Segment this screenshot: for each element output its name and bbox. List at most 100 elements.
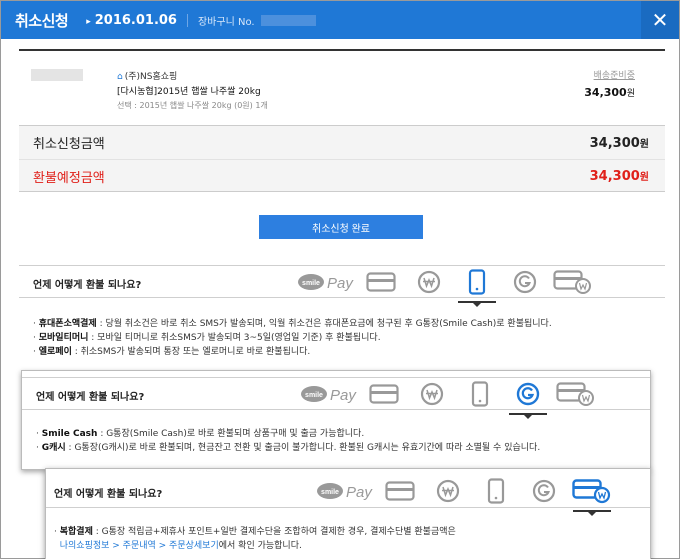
product-option: 선택 : 2015년 햅쌀 나주쌀 20kg (0원) 1개 bbox=[117, 101, 268, 110]
product-name[interactable]: [다시농협]2015년 햅쌀 나주쌀 20kg bbox=[117, 84, 261, 97]
refund-description-mobile: · 휴대폰소액결제 : 당월 취소건은 바로 취소 SMS가 발송되며, 익월 … bbox=[33, 317, 552, 359]
refund-line: 나의쇼핑정보 > 주문내역 > 주문상세보기에서 확인 가능합니다. bbox=[54, 539, 456, 553]
tab-mobile[interactable] bbox=[453, 269, 501, 307]
refund-info-panel-combined: 언제 어떻게 환불 되나요? smile Pay · 복합결제: G통장 적립… bbox=[45, 468, 651, 559]
tab-bank-transfer[interactable] bbox=[424, 479, 472, 503]
close-button[interactable]: ✕ bbox=[641, 1, 679, 39]
won-coin-icon bbox=[417, 270, 441, 294]
payment-method-tabs: smile Pay bbox=[314, 478, 616, 516]
tab-smile-pay[interactable]: smile Pay bbox=[314, 479, 376, 503]
tab-mobile[interactable] bbox=[472, 478, 520, 504]
refund-amount-row: 환불예정금액 34,300원 bbox=[19, 159, 665, 192]
g-coin-icon bbox=[516, 382, 540, 406]
cart-number-redacted bbox=[260, 14, 316, 26]
header-divider bbox=[186, 13, 188, 27]
product-thumbnail-redacted bbox=[31, 69, 83, 81]
refund-amount-label: 환불예정금액 bbox=[33, 170, 105, 186]
refund-line-text: : 당월 취소건은 바로 취소 SMS가 발송되며, 익월 취소건은 휴대폰요금… bbox=[96, 319, 552, 329]
tab-combined-payment[interactable] bbox=[549, 270, 597, 294]
payment-method-tabs: smile Pay bbox=[295, 269, 597, 307]
credit-card-icon bbox=[366, 272, 396, 292]
refund-info-panel-mobile: 언제 어떻게 환불 되나요? smile Pay · 휴대폰소액결제: 당월 … bbox=[19, 265, 665, 365]
product-price-value: 34,300 bbox=[584, 86, 627, 99]
refund-line-term: 엘로페이 bbox=[38, 347, 72, 357]
mobile-phone-icon bbox=[468, 269, 486, 295]
close-icon: ✕ bbox=[651, 8, 669, 32]
refund-line-text: : 취소SMS가 발송되며 통장 또는 엘로머니로 바로 환불됩니다. bbox=[71, 347, 311, 357]
refund-line-text: : G통장(G캐시)로 바로 환불되며, 현금잔고 전환 및 출금이 불가합니다… bbox=[65, 443, 541, 453]
mobile-phone-icon bbox=[471, 381, 489, 407]
cancel-amount-unit: 원 bbox=[639, 138, 649, 150]
cancel-amount-value: 34,300 bbox=[589, 135, 640, 151]
smile-pay-smile-text: smile bbox=[321, 489, 339, 496]
g-coin-icon bbox=[532, 479, 556, 503]
refund-info-panel-gcash: 언제 어떻게 환불 되나요? smile Pay · Smile Cash: … bbox=[21, 370, 651, 470]
tab-bank-transfer[interactable] bbox=[405, 270, 453, 294]
shop-name-text: (주)NS홈쇼핑 bbox=[124, 72, 178, 82]
cancel-amount-row: 취소신청금액 34,300원 bbox=[19, 126, 665, 159]
tab-g-cash[interactable] bbox=[520, 479, 568, 503]
credit-card-icon bbox=[369, 384, 399, 404]
refund-line: · 휴대폰소액결제 : 당월 취소건은 바로 취소 SMS가 발송되며, 익월 … bbox=[33, 319, 552, 329]
refund-question-bar: 언제 어떻게 환불 되나요? smile Pay bbox=[46, 475, 650, 516]
mobile-phone-icon bbox=[487, 478, 505, 504]
refund-line: · 모바일티머니 : 모바일 티머니로 취소SMS가 발송되며 3~5일(영업일… bbox=[33, 333, 381, 343]
window-title: 취소신청 bbox=[15, 11, 69, 30]
refund-question-bar: 언제 어떻게 환불 되나요? smile Pay bbox=[19, 265, 665, 307]
smile-pay-smile-text: smile bbox=[302, 280, 320, 287]
refund-line: · Smile Cash : G통장(Smile Cash)로 바로 환불되며 … bbox=[36, 429, 365, 439]
cart-number-label: 장바구니 No. bbox=[197, 16, 255, 28]
smile-pay-smile-text: smile bbox=[305, 392, 323, 399]
refund-line-term: 복합결제 bbox=[59, 527, 93, 537]
tab-g-cash[interactable] bbox=[504, 382, 552, 419]
tab-credit-card[interactable] bbox=[376, 479, 424, 503]
order-date-value: 2016.01.06 bbox=[94, 12, 177, 28]
refund-amount: 34,300원 bbox=[590, 168, 649, 184]
smile-pay-icon: smile Pay bbox=[301, 386, 357, 404]
won-coin-icon bbox=[436, 479, 460, 503]
home-icon: ⌂ bbox=[117, 72, 123, 82]
smile-pay-icon: smile Pay bbox=[317, 483, 373, 501]
tab-combined-payment[interactable] bbox=[568, 479, 616, 516]
refund-line-text: : 모바일 티머니로 취소SMS가 발송되며 3~5일(영업일 기준) 후 환불… bbox=[88, 333, 381, 343]
tab-mobile[interactable] bbox=[456, 381, 504, 407]
arrow-icon: ▸ bbox=[86, 16, 91, 27]
refund-line-term: 휴대폰소액결제 bbox=[38, 319, 97, 329]
cancel-amount: 34,300원 bbox=[590, 135, 649, 151]
refund-line-term: Smile Cash bbox=[41, 429, 98, 439]
smile-pay-icon: smile Pay bbox=[298, 274, 354, 292]
refund-amount-value: 34,300 bbox=[589, 169, 640, 184]
tab-bank-transfer[interactable] bbox=[408, 382, 456, 406]
tab-smile-pay[interactable]: smile Pay bbox=[295, 270, 357, 294]
card-won-icon bbox=[556, 382, 594, 406]
order-detail-link[interactable]: 나의쇼핑정보 > 주문내역 > 주문상세보기 bbox=[60, 541, 219, 551]
credit-card-icon bbox=[385, 481, 415, 501]
product-row: ⌂ (주)NS홈쇼핑 [다시농협]2015년 햅쌀 나주쌀 20kg 선택 : 2… bbox=[19, 49, 665, 123]
cancel-amount-label: 취소신청금액 bbox=[33, 137, 105, 152]
cancel-complete-button[interactable]: 취소신청 완료 bbox=[259, 215, 423, 239]
refund-line-term: G캐시 bbox=[41, 443, 66, 453]
tab-combined-payment[interactable] bbox=[552, 382, 600, 406]
refund-line-text: : G통장(Smile Cash)로 바로 환불되며 상품구매 및 출금 가능합… bbox=[97, 429, 365, 439]
tab-credit-card[interactable] bbox=[357, 270, 405, 294]
tab-smile-pay[interactable]: smile Pay bbox=[298, 382, 360, 406]
refund-line-text: 에서 확인 가능합니다. bbox=[218, 541, 302, 551]
smile-pay-pay-text: Pay bbox=[327, 275, 354, 292]
won-coin-icon bbox=[420, 382, 444, 406]
g-coin-icon bbox=[513, 270, 537, 294]
refund-line: · 복합결제 : G통장 적립금+제휴사 포인트+일반 결제수단을 조합하여 결… bbox=[54, 527, 456, 537]
payment-method-tabs: smile Pay bbox=[298, 381, 600, 419]
window-header: 취소신청 ▸ 2016.01.06 장바구니 No. ✕ bbox=[1, 1, 679, 39]
card-won-icon bbox=[553, 270, 591, 294]
refund-line: · 엘로페이 : 취소SMS가 발송되며 통장 또는 엘로머니로 바로 환불됩니… bbox=[33, 347, 311, 357]
refund-amount-unit: 원 bbox=[639, 172, 649, 183]
shop-name[interactable]: ⌂ (주)NS홈쇼핑 bbox=[117, 69, 177, 82]
smile-pay-pay-text: Pay bbox=[346, 484, 373, 501]
delivery-status[interactable]: 배송준비중 bbox=[594, 68, 635, 81]
tab-g-cash[interactable] bbox=[501, 270, 549, 294]
tab-credit-card[interactable] bbox=[360, 382, 408, 406]
refund-question: 언제 어떻게 환불 되나요? bbox=[54, 489, 163, 500]
smile-pay-pay-text: Pay bbox=[330, 387, 357, 404]
card-won-icon bbox=[572, 479, 611, 504]
refund-question: 언제 어떻게 환불 되나요? bbox=[36, 392, 145, 403]
